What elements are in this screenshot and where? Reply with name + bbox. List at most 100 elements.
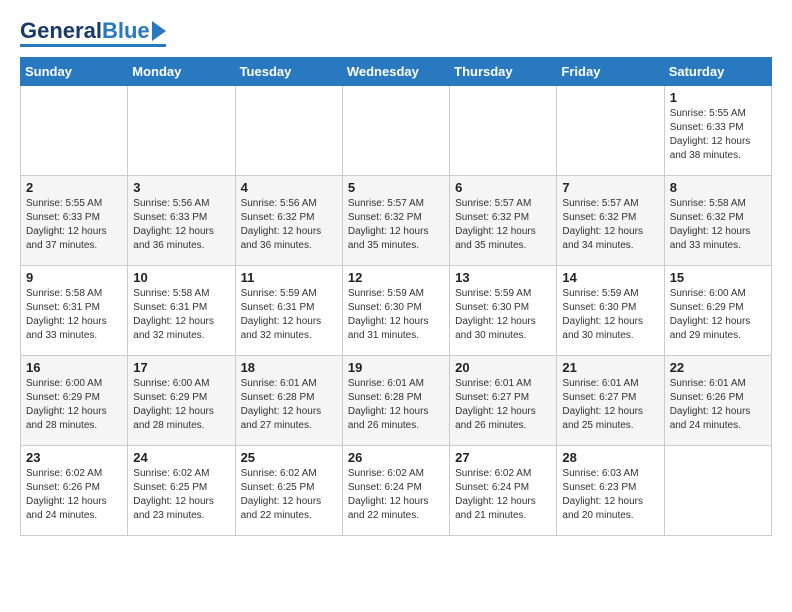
day-info: Sunrise: 5:57 AM Sunset: 6:32 PM Dayligh…	[348, 197, 444, 253]
calendar-cell: 6 Sunrise: 5:57 AM Sunset: 6:32 PM Daylig…	[450, 176, 557, 266]
calendar-cell: 23 Sunrise: 6:02 AM Sunset: 6:26 PM Dayli…	[21, 446, 128, 536]
calendar-cell: 15 Sunrise: 6:00 AM Sunset: 6:29 PM Dayli…	[664, 266, 771, 356]
calendar-cell: 17 Sunrise: 6:00 AM Sunset: 6:29 PM Dayli…	[128, 356, 235, 446]
day-info: Sunrise: 6:00 AM Sunset: 6:29 PM Dayligh…	[670, 287, 766, 343]
day-info: Sunrise: 6:01 AM Sunset: 6:27 PM Dayligh…	[562, 377, 658, 433]
day-number: 24	[133, 450, 229, 465]
calendar-cell: 8 Sunrise: 5:58 AM Sunset: 6:32 PM Daylig…	[664, 176, 771, 266]
calendar-cell: 4 Sunrise: 5:56 AM Sunset: 6:32 PM Daylig…	[235, 176, 342, 266]
calendar-table: SundayMondayTuesdayWednesdayThursdayFrid…	[20, 57, 772, 536]
day-number: 14	[562, 270, 658, 285]
calendar-cell	[21, 86, 128, 176]
day-number: 7	[562, 180, 658, 195]
day-number: 26	[348, 450, 444, 465]
calendar-header-row: SundayMondayTuesdayWednesdayThursdayFrid…	[21, 58, 772, 86]
day-number: 15	[670, 270, 766, 285]
day-info: Sunrise: 6:00 AM Sunset: 6:29 PM Dayligh…	[26, 377, 122, 433]
day-number: 23	[26, 450, 122, 465]
calendar-cell: 27 Sunrise: 6:02 AM Sunset: 6:24 PM Dayli…	[450, 446, 557, 536]
calendar-cell: 10 Sunrise: 5:58 AM Sunset: 6:31 PM Dayli…	[128, 266, 235, 356]
day-number: 17	[133, 360, 229, 375]
weekday-header-wednesday: Wednesday	[342, 58, 449, 86]
day-number: 5	[348, 180, 444, 195]
calendar-cell: 2 Sunrise: 5:55 AM Sunset: 6:33 PM Daylig…	[21, 176, 128, 266]
day-number: 25	[241, 450, 337, 465]
day-number: 21	[562, 360, 658, 375]
day-info: Sunrise: 5:58 AM Sunset: 6:31 PM Dayligh…	[26, 287, 122, 343]
calendar-cell	[557, 86, 664, 176]
calendar-cell: 13 Sunrise: 5:59 AM Sunset: 6:30 PM Dayli…	[450, 266, 557, 356]
weekday-header-saturday: Saturday	[664, 58, 771, 86]
day-info: Sunrise: 5:59 AM Sunset: 6:30 PM Dayligh…	[455, 287, 551, 343]
day-info: Sunrise: 6:01 AM Sunset: 6:27 PM Dayligh…	[455, 377, 551, 433]
calendar-cell: 24Sunrise: 6:02 AM Sunset: 6:25 PM Dayli…	[128, 446, 235, 536]
day-number: 16	[26, 360, 122, 375]
day-number: 12	[348, 270, 444, 285]
calendar-cell: 20Sunrise: 6:01 AM Sunset: 6:27 PM Dayli…	[450, 356, 557, 446]
calendar-cell: 14 Sunrise: 5:59 AM Sunset: 6:30 PM Dayli…	[557, 266, 664, 356]
calendar-week-row: 9 Sunrise: 5:58 AM Sunset: 6:31 PM Daylig…	[21, 266, 772, 356]
day-number: 1	[670, 90, 766, 105]
logo-general: GeneralBlue	[20, 20, 150, 42]
day-info: Sunrise: 6:03 AM Sunset: 6:23 PM Dayligh…	[562, 467, 658, 523]
day-number: 13	[455, 270, 551, 285]
calendar-week-row: 16 Sunrise: 6:00 AM Sunset: 6:29 PM Dayli…	[21, 356, 772, 446]
day-number: 22	[670, 360, 766, 375]
calendar-cell	[450, 86, 557, 176]
day-number: 9	[26, 270, 122, 285]
day-info: Sunrise: 5:56 AM Sunset: 6:32 PM Dayligh…	[241, 197, 337, 253]
day-info: Sunrise: 5:56 AM Sunset: 6:33 PM Dayligh…	[133, 197, 229, 253]
calendar-cell	[128, 86, 235, 176]
day-info: Sunrise: 6:00 AM Sunset: 6:29 PM Dayligh…	[133, 377, 229, 433]
day-info: Sunrise: 5:59 AM Sunset: 6:31 PM Dayligh…	[241, 287, 337, 343]
day-number: 3	[133, 180, 229, 195]
day-number: 18	[241, 360, 337, 375]
calendar-week-row: 23 Sunrise: 6:02 AM Sunset: 6:26 PM Dayli…	[21, 446, 772, 536]
weekday-header-thursday: Thursday	[450, 58, 557, 86]
calendar-cell: 21 Sunrise: 6:01 AM Sunset: 6:27 PM Dayli…	[557, 356, 664, 446]
day-number: 11	[241, 270, 337, 285]
day-number: 28	[562, 450, 658, 465]
day-info: Sunrise: 5:58 AM Sunset: 6:31 PM Dayligh…	[133, 287, 229, 343]
day-info: Sunrise: 6:02 AM Sunset: 6:25 PM Dayligh…	[241, 467, 337, 523]
day-number: 8	[670, 180, 766, 195]
calendar-cell: 1 Sunrise: 5:55 AM Sunset: 6:33 PM Daylig…	[664, 86, 771, 176]
day-info: Sunrise: 6:02 AM Sunset: 6:24 PM Dayligh…	[455, 467, 551, 523]
calendar-cell: 12Sunrise: 5:59 AM Sunset: 6:30 PM Dayli…	[342, 266, 449, 356]
day-info: Sunrise: 5:57 AM Sunset: 6:32 PM Dayligh…	[455, 197, 551, 253]
day-info: Sunrise: 5:59 AM Sunset: 6:30 PM Dayligh…	[562, 287, 658, 343]
logo-underline	[20, 44, 166, 47]
calendar-cell	[235, 86, 342, 176]
page-header: GeneralBlue	[20, 20, 772, 47]
calendar-cell: 9 Sunrise: 5:58 AM Sunset: 6:31 PM Daylig…	[21, 266, 128, 356]
day-info: Sunrise: 6:01 AM Sunset: 6:28 PM Dayligh…	[348, 377, 444, 433]
calendar-cell: 28 Sunrise: 6:03 AM Sunset: 6:23 PM Dayli…	[557, 446, 664, 536]
calendar-cell	[342, 86, 449, 176]
day-number: 2	[26, 180, 122, 195]
day-info: Sunrise: 6:02 AM Sunset: 6:24 PM Dayligh…	[348, 467, 444, 523]
day-number: 19	[348, 360, 444, 375]
day-info: Sunrise: 6:01 AM Sunset: 6:28 PM Dayligh…	[241, 377, 337, 433]
calendar-week-row: 1 Sunrise: 5:55 AM Sunset: 6:33 PM Daylig…	[21, 86, 772, 176]
calendar-cell: 22Sunrise: 6:01 AM Sunset: 6:26 PM Dayli…	[664, 356, 771, 446]
day-number: 4	[241, 180, 337, 195]
calendar-cell: 5 Sunrise: 5:57 AM Sunset: 6:32 PM Daylig…	[342, 176, 449, 266]
day-info: Sunrise: 5:55 AM Sunset: 6:33 PM Dayligh…	[670, 107, 766, 163]
calendar-cell: 11 Sunrise: 5:59 AM Sunset: 6:31 PM Dayli…	[235, 266, 342, 356]
weekday-header-friday: Friday	[557, 58, 664, 86]
calendar-week-row: 2 Sunrise: 5:55 AM Sunset: 6:33 PM Daylig…	[21, 176, 772, 266]
day-info: Sunrise: 5:58 AM Sunset: 6:32 PM Dayligh…	[670, 197, 766, 253]
day-number: 10	[133, 270, 229, 285]
calendar-cell	[664, 446, 771, 536]
day-number: 6	[455, 180, 551, 195]
calendar-cell: 19 Sunrise: 6:01 AM Sunset: 6:28 PM Dayli…	[342, 356, 449, 446]
weekday-header-monday: Monday	[128, 58, 235, 86]
day-number: 27	[455, 450, 551, 465]
calendar-cell: 25 Sunrise: 6:02 AM Sunset: 6:25 PM Dayli…	[235, 446, 342, 536]
calendar-cell: 16 Sunrise: 6:00 AM Sunset: 6:29 PM Dayli…	[21, 356, 128, 446]
day-info: Sunrise: 6:02 AM Sunset: 6:26 PM Dayligh…	[26, 467, 122, 523]
weekday-header-sunday: Sunday	[21, 58, 128, 86]
day-info: Sunrise: 5:55 AM Sunset: 6:33 PM Dayligh…	[26, 197, 122, 253]
weekday-header-tuesday: Tuesday	[235, 58, 342, 86]
logo-arrow-icon	[152, 21, 166, 41]
